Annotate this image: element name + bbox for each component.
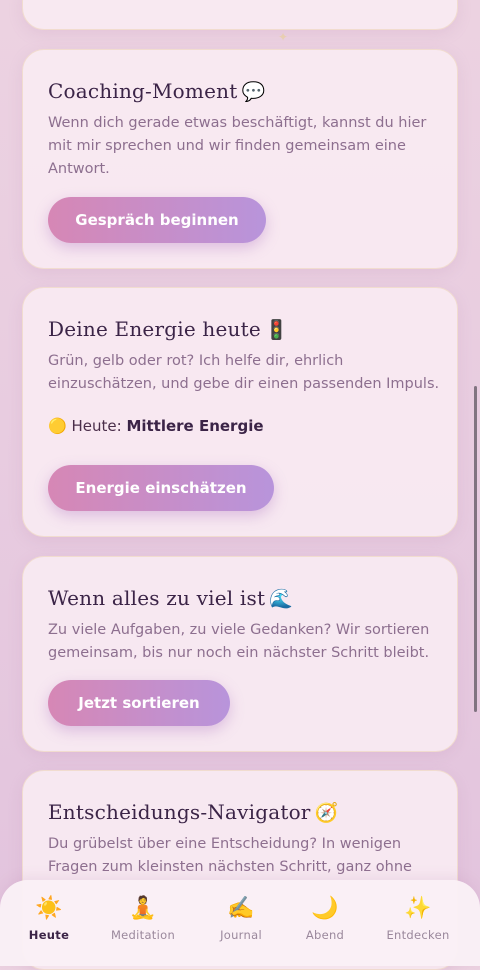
tab-meditation[interactable]: 🧘 Meditation bbox=[95, 894, 191, 942]
card-previous bbox=[22, 0, 458, 30]
tab-journal[interactable]: ✍️ Journal bbox=[193, 894, 289, 942]
assess-energy-button[interactable]: Energie einschätzen bbox=[48, 465, 274, 511]
bottom-tab-bar: ☀️ Heute 🧘 Meditation ✍️ Journal 🌙 Abend… bbox=[0, 880, 480, 966]
tab-label: Entdecken bbox=[386, 928, 450, 942]
card-description: Grün, gelb oder rot? Ich helfe dir, ehrl… bbox=[48, 353, 440, 392]
card-title: Wenn alles zu viel ist 🌊 bbox=[48, 586, 293, 610]
tab-label: Meditation bbox=[110, 928, 176, 942]
sun-icon: ☀️ bbox=[35, 896, 63, 921]
card-description: Du grübelst über eine Entscheidung? In w… bbox=[48, 836, 412, 875]
card-title-text: Deine Energie heute bbox=[48, 317, 261, 341]
meditation-icon: 🧘 bbox=[129, 896, 157, 921]
card-title-text: Entscheidungs-Navigator bbox=[48, 800, 311, 824]
tab-abend[interactable]: 🌙 Abend bbox=[277, 894, 373, 942]
scrollbar[interactable] bbox=[474, 386, 477, 712]
card-title-text: Coaching-Moment bbox=[48, 79, 238, 103]
sparkle-decoration: ✦ bbox=[278, 30, 289, 44]
compass-icon: 🧭 bbox=[314, 802, 339, 824]
card-title: Deine Energie heute 🚦 bbox=[48, 317, 289, 341]
energy-status-label: Heute: bbox=[71, 417, 122, 435]
tab-entdecken[interactable]: ✨ Entdecken bbox=[370, 894, 466, 942]
tab-label: Abend bbox=[305, 928, 345, 942]
card-title: Coaching-Moment 💬 bbox=[48, 79, 265, 103]
yellow-circle-icon: 🟡 bbox=[48, 417, 67, 435]
traffic-light-icon: 🚦 bbox=[264, 319, 289, 341]
card-overwhelm: Wenn alles zu viel ist 🌊 Zu viele Aufgabe… bbox=[22, 556, 458, 752]
crescent-moon-icon: 🌙 bbox=[311, 896, 339, 921]
tab-label: Journal bbox=[220, 928, 262, 942]
sparkles-icon: ✨ bbox=[404, 896, 432, 921]
card-description: Zu viele Aufgaben, zu viele Gedanken? Wi… bbox=[48, 622, 430, 661]
card-title-text: Wenn alles zu viel ist bbox=[48, 586, 266, 610]
energy-status: 🟡 Heute: Mittlere Energie bbox=[48, 417, 264, 435]
card-title: Entscheidungs-Navigator 🧭 bbox=[48, 800, 338, 824]
writing-hand-icon: ✍️ bbox=[227, 896, 255, 921]
tab-heute[interactable]: ☀️ Heute bbox=[1, 894, 97, 942]
speech-bubble-icon: 💬 bbox=[241, 81, 266, 103]
card-coaching: Coaching-Moment 💬 Wenn dich gerade etwas … bbox=[22, 49, 458, 269]
card-description: Wenn dich gerade etwas beschäftigt, kann… bbox=[48, 115, 427, 177]
tab-label: Heute bbox=[28, 928, 70, 942]
start-conversation-button[interactable]: Gespräch beginnen bbox=[48, 197, 266, 243]
wave-icon: 🌊 bbox=[269, 588, 294, 610]
energy-status-value: Mittlere Energie bbox=[126, 417, 264, 435]
sort-now-button[interactable]: Jetzt sortieren bbox=[48, 680, 230, 726]
card-energy: Deine Energie heute 🚦 Grün, gelb oder rot… bbox=[22, 287, 458, 537]
